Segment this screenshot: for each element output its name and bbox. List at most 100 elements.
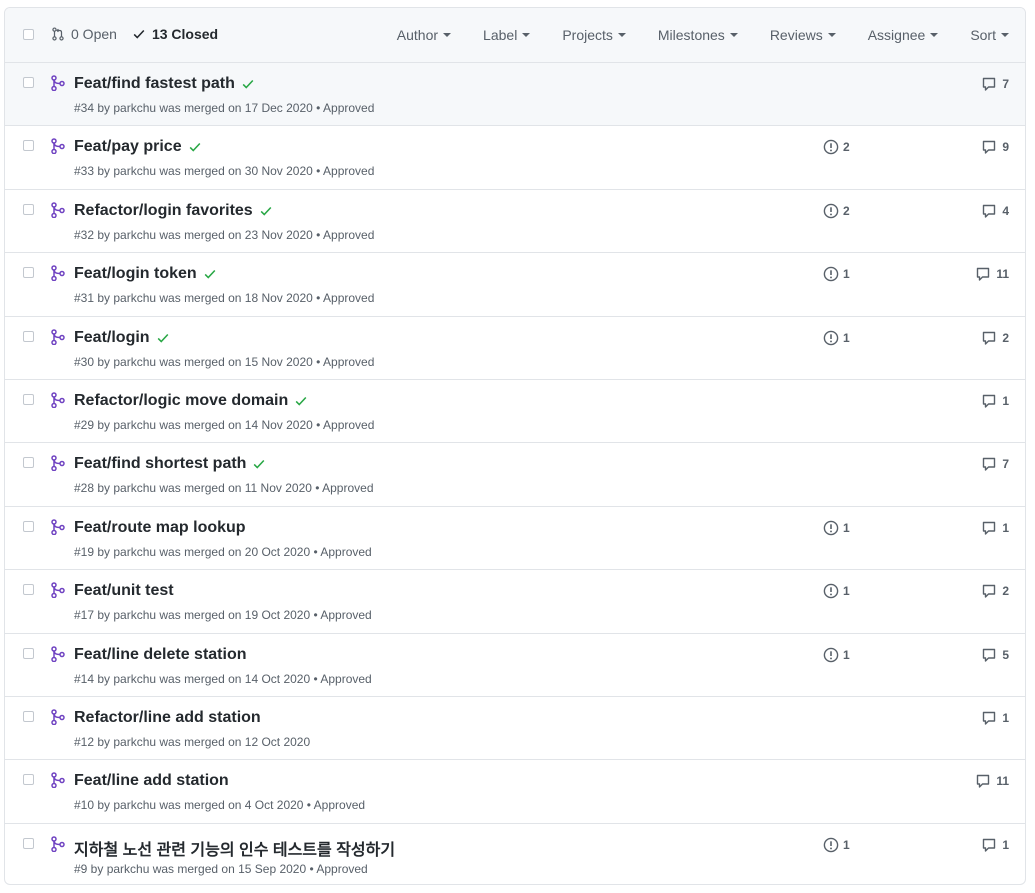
pr-title: Feat/line delete station [74, 645, 247, 663]
pr-title: Feat/find shortest path [74, 455, 247, 473]
pr-title-link[interactable]: Feat/find shortest path [74, 455, 266, 473]
issue-opened-icon [823, 203, 839, 219]
linked-issues-link[interactable]: 2 [823, 203, 850, 219]
pull-request-row[interactable]: Feat/login #30 by parkchu was merged on … [5, 317, 1025, 380]
linked-issues-link[interactable]: 1 [823, 330, 850, 346]
comments-link[interactable]: 7 [981, 76, 1009, 92]
row-checkbox[interactable] [23, 330, 34, 342]
comments-count: 7 [1002, 77, 1009, 91]
comments-link[interactable]: 7 [981, 456, 1009, 472]
projects-filter[interactable]: Projects [562, 27, 626, 43]
closed-filter-link[interactable]: 13 Closed [132, 26, 218, 42]
pull-request-row[interactable]: Refactor/logic move domain #29 by parkch… [5, 380, 1025, 444]
comment-icon [983, 394, 996, 408]
pull-request-row[interactable]: Feat/find shortest path #28 by parkchu w… [5, 443, 1025, 507]
comments-link[interactable]: 9 [981, 139, 1009, 155]
pull-request-row[interactable]: Refactor/line add station #12 by parkchu… [5, 697, 1025, 761]
row-checkbox[interactable] [23, 837, 34, 849]
pr-title-link[interactable]: Feat/login [74, 329, 170, 347]
reviews-filter[interactable]: Reviews [770, 27, 836, 43]
comments-link[interactable]: 11 [975, 773, 1009, 789]
pr-title-link[interactable]: Feat/line add station [74, 772, 229, 790]
pr-title-link[interactable]: Feat/find fastest path [74, 75, 255, 93]
pr-title-link[interactable]: Feat/line delete station [74, 646, 246, 664]
row-checkbox[interactable] [23, 710, 34, 722]
comments-link[interactable]: 1 [981, 837, 1009, 853]
linked-issues-count: 1 [843, 584, 850, 599]
pull-request-row[interactable]: Feat/line add station #10 by parkchu was… [5, 760, 1025, 824]
comments-link[interactable]: 2 [981, 583, 1009, 599]
pr-title-link[interactable]: Refactor/login favorites [74, 202, 273, 220]
pull-request-row[interactable]: Feat/login token #31 by parkchu was merg… [5, 253, 1025, 317]
closed-count-label: 13 Closed [151, 26, 219, 42]
row-checkbox[interactable] [23, 584, 34, 596]
status-check-icon[interactable] [241, 77, 255, 91]
linked-issues-link[interactable]: 1 [823, 647, 850, 663]
merged-pr-icon [51, 772, 65, 789]
check-icon [133, 29, 145, 39]
author-filter[interactable]: Author [397, 27, 452, 43]
comments-link[interactable]: 1 [981, 710, 1009, 726]
comments-link[interactable]: 1 [981, 393, 1009, 409]
pr-title-link[interactable]: Refactor/line add station [74, 709, 261, 727]
status-check-icon[interactable] [156, 331, 170, 345]
label-filter[interactable]: Label [483, 27, 531, 43]
row-checkbox[interactable] [23, 203, 34, 215]
status-check-icon[interactable] [203, 267, 217, 281]
linked-issues-link[interactable]: 1 [823, 520, 850, 536]
sort-filter[interactable]: Sort [970, 27, 1009, 43]
pull-request-row[interactable]: 지하철 노선 관련 기능의 인수 테스트를 작성하기 #9 by parkchu… [5, 824, 1025, 884]
pr-title-link[interactable]: 지하철 노선 관련 기능의 인수 테스트를 작성하기 [74, 836, 395, 860]
comment-icon [983, 648, 996, 662]
issue-opened-icon [823, 647, 839, 662]
linked-issues-link[interactable]: 1 [823, 837, 850, 853]
comment-icon [983, 711, 996, 725]
pr-title-link[interactable]: Feat/login token [74, 265, 217, 283]
pr-meta: #30 by parkchu was merged on 15 Nov 2020… [74, 354, 375, 369]
pr-meta: #10 by parkchu was merged on 4 Oct 2020 … [74, 798, 366, 813]
comments-link[interactable]: 2 [981, 330, 1009, 346]
comment-icon [983, 521, 996, 535]
assignee-filter[interactable]: Assignee [868, 27, 939, 43]
row-checkbox[interactable] [23, 774, 34, 786]
comment-icon [983, 331, 996, 345]
status-check-icon[interactable] [252, 457, 266, 471]
pull-request-row[interactable]: Feat/pay price #33 by parkchu was merged… [5, 126, 1025, 190]
issue-opened-icon [823, 266, 839, 282]
status-check-icon[interactable] [259, 204, 273, 218]
comments-link[interactable]: 1 [981, 520, 1009, 536]
status-check-icon[interactable] [188, 140, 202, 154]
open-filter-link[interactable]: 0 Open [51, 26, 117, 42]
milestones-filter[interactable]: Milestones [658, 27, 738, 43]
pr-meta: #32 by parkchu was merged on 23 Nov 2020… [74, 227, 375, 242]
comments-link[interactable]: 5 [981, 647, 1009, 663]
comments-count: 1 [1002, 837, 1009, 852]
linked-issues-link[interactable]: 1 [823, 266, 850, 282]
row-checkbox[interactable] [23, 520, 34, 532]
pull-request-row[interactable]: Refactor/login favorites #32 by parkchu … [5, 190, 1025, 254]
row-checkbox[interactable] [23, 140, 34, 152]
select-all-checkbox[interactable] [23, 29, 34, 40]
comments-link[interactable]: 11 [975, 266, 1009, 282]
row-checkbox[interactable] [23, 267, 34, 279]
status-check-icon[interactable] [294, 394, 308, 408]
pull-request-row[interactable]: Feat/unit test #17 by parkchu was merged… [5, 570, 1025, 634]
row-checkbox[interactable] [23, 457, 34, 469]
comments-link[interactable]: 4 [981, 203, 1009, 219]
row-checkbox[interactable] [23, 77, 34, 88]
row-checkbox[interactable] [23, 647, 34, 659]
pr-title-link[interactable]: Feat/route map lookup [74, 519, 246, 537]
pull-request-row[interactable]: Feat/find fastest path #34 by parkchu wa… [5, 63, 1025, 127]
pr-title-link[interactable]: Feat/pay price [74, 138, 202, 156]
issue-opened-icon [823, 520, 839, 536]
pull-request-row[interactable]: Feat/line delete station #14 by parkchu … [5, 634, 1025, 697]
pr-title-link[interactable]: Feat/unit test [74, 582, 174, 600]
comments-count: 5 [1002, 647, 1009, 662]
linked-issues-link[interactable]: 2 [823, 139, 850, 155]
row-checkbox[interactable] [23, 393, 34, 405]
merged-pr-icon [51, 392, 65, 408]
pull-request-list: 0 Open 13 Closed Author Label Projects M… [4, 7, 1026, 885]
pr-title-link[interactable]: Refactor/logic move domain [74, 392, 308, 410]
linked-issues-link[interactable]: 1 [823, 583, 850, 599]
pull-request-row[interactable]: Feat/route map lookup #19 by parkchu was… [5, 507, 1025, 571]
